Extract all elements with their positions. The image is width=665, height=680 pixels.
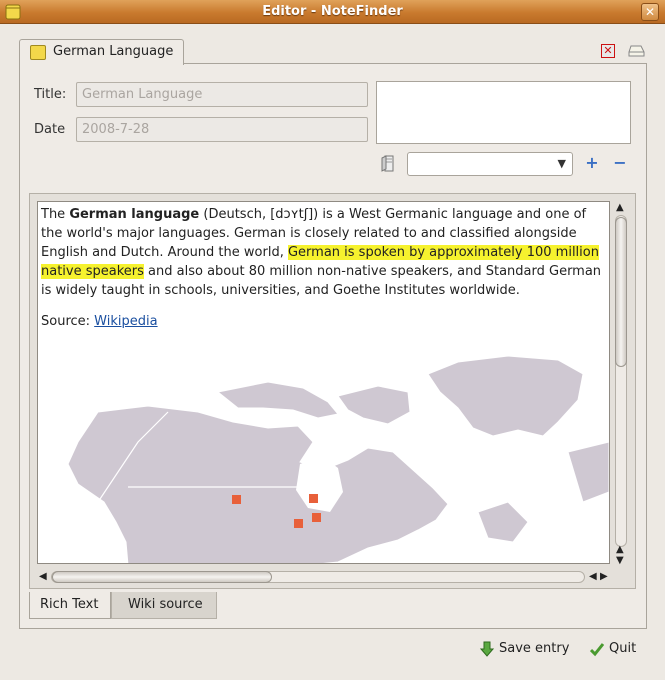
source-line: Source: Wikipedia [41,312,606,331]
delete-icon[interactable]: ✕ [601,44,615,58]
date-label: Date [34,122,66,137]
map-marker [309,494,318,503]
scroll-left-icon[interactable]: ◀ [589,572,597,582]
source-label: Source: [41,314,95,329]
north-america-map [67,355,609,563]
hscroll-thumb[interactable] [52,571,272,583]
remove-tag-button[interactable]: − [612,155,628,171]
vertical-scrollbar[interactable]: ▲ ▲ ▼ [612,201,630,567]
save-arrow-icon [480,641,494,657]
quit-button[interactable]: Quit [590,640,650,660]
tag-select[interactable]: ▼ [407,152,573,176]
map-arctic-islands [216,381,339,419]
map-marker [312,513,321,522]
add-tag-button[interactable]: + [584,155,600,171]
map-marker [294,519,303,528]
window-titlebar: Editor - NoteFinder ✕ [0,0,665,24]
chevron-down-icon: ▼ [557,157,566,170]
tags-list[interactable] [376,81,631,144]
tab-wiki-source[interactable]: Wiki source [111,592,217,619]
horizontal-scrollbar[interactable]: ◀ ◀ ▶ [37,569,612,585]
wikipedia-link[interactable]: Wikipedia [94,314,157,329]
quit-label: Quit [609,641,637,656]
window-close-button[interactable]: ✕ [641,3,659,21]
window-title: Editor - NoteFinder [262,4,403,19]
save-entry-button[interactable]: Save entry [480,640,590,660]
map-east [477,441,609,543]
scroll-thumb[interactable] [615,217,627,367]
map-greenland [427,355,584,437]
scroll-right-icon[interactable]: ▶ [600,572,608,582]
scroll-down-icon[interactable]: ▼ [616,556,624,566]
map-marker [232,495,241,504]
note-icon [30,45,46,60]
tray-icon[interactable] [628,44,646,58]
checkmark-icon [590,643,604,657]
tag-icon [381,155,394,172]
tab-rich-text[interactable]: Rich Text [29,592,111,619]
text-run: The [41,207,70,222]
map-mainland [67,405,449,563]
save-entry-label: Save entry [499,641,570,656]
scroll-left-icon[interactable]: ◀ [39,572,47,582]
scroll-up-icon[interactable]: ▲ [616,545,624,555]
bold-text: German language [69,207,200,222]
map-arctic-islands-2 [337,385,411,425]
tab-label: German Language [53,44,174,59]
tab-note[interactable]: German Language [19,39,184,65]
note-content: The German language (Deutsch, [dɔʏtʃ]) i… [41,205,606,331]
title-label: Title: [34,87,67,102]
scroll-up-icon[interactable]: ▲ [616,203,624,213]
date-field[interactable]: 2008-7-28 [76,117,368,142]
rich-text-editor[interactable]: The German language (Deutsch, [dɔʏtʃ]) i… [37,201,610,564]
title-field[interactable]: German Language [76,82,368,107]
